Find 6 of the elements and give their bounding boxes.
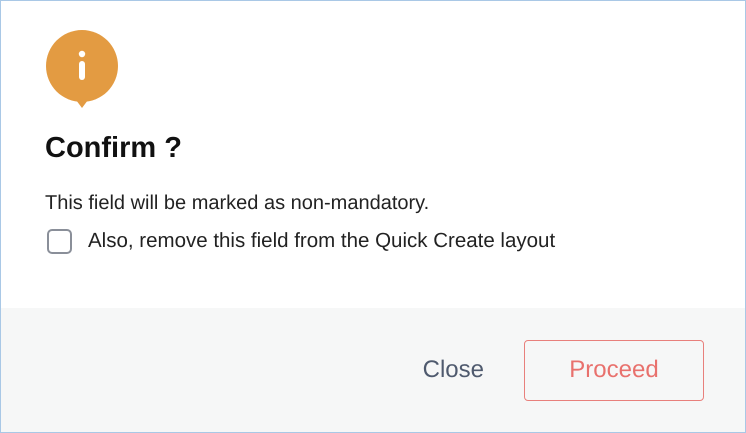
checkbox[interactable] xyxy=(47,228,72,254)
info-icon xyxy=(45,30,119,108)
checkbox-label: Also, remove this field from the Quick Create layout xyxy=(88,228,556,254)
dialog-message: This field will be marked as non-mandatory. xyxy=(45,191,430,216)
close-button[interactable]: Close xyxy=(420,352,486,388)
dialog-title: Confirm ? xyxy=(45,131,183,166)
